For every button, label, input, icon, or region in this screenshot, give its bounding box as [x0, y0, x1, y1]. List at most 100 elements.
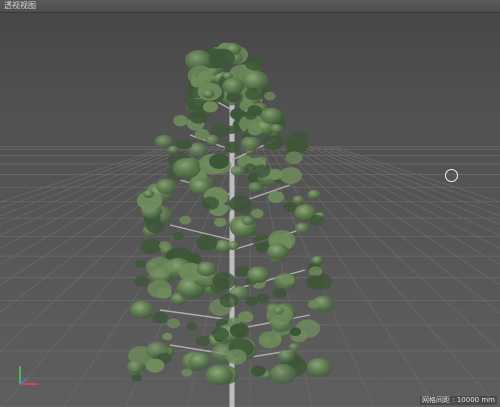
foliage-cluster: [240, 136, 261, 152]
foliage-cluster: [289, 327, 302, 337]
foliage-cluster: [307, 300, 320, 309]
foliage-cluster: [308, 266, 323, 277]
foliage-cluster: [186, 322, 198, 331]
foliage-cluster: [208, 48, 235, 69]
foliage-cluster: [248, 124, 262, 136]
foliage-cluster: [201, 196, 220, 210]
foliage-cluster: [260, 107, 283, 125]
foliage-cluster: [256, 156, 267, 165]
foliage-cluster: [152, 311, 168, 324]
foliage-cluster: [245, 296, 258, 306]
foliage-cluster: [283, 201, 297, 213]
foliage-cluster: [140, 238, 162, 255]
foliage-cluster: [258, 331, 282, 349]
foliage-cluster: [288, 342, 300, 352]
foliage-cluster: [134, 276, 149, 287]
foliage-cluster: [143, 190, 154, 198]
foliage-cluster: [173, 115, 189, 127]
grid-spacing-label: 网格间距 : 10000 mm: [420, 396, 497, 405]
foliage-cluster: [241, 216, 255, 226]
foliage-cluster: [145, 256, 174, 278]
foliage-cluster: [247, 105, 263, 116]
foliage-cluster: [270, 364, 297, 384]
foliage-cluster: [145, 358, 165, 373]
foliage-cluster: [147, 280, 172, 299]
foliage-cluster: [162, 332, 173, 341]
foliage-cluster: [273, 287, 288, 299]
foliage-cluster: [196, 234, 218, 251]
foliage-cluster: [203, 101, 218, 113]
foliage-cluster: [256, 243, 269, 253]
foliage-cluster: [309, 214, 325, 227]
foliage-cluster: [268, 191, 284, 203]
foliage-cluster: [244, 56, 264, 71]
foliage-cluster: [256, 293, 270, 304]
foliage-cluster: [238, 311, 254, 323]
foliage-cluster: [196, 261, 217, 277]
foliage-cluster: [212, 327, 229, 340]
foliage-cluster: [279, 167, 302, 184]
foliage-cluster: [241, 70, 269, 91]
foliage-cluster: [159, 241, 171, 250]
foliage-cluster: [202, 89, 215, 99]
3d-scene[interactable]: [0, 0, 500, 407]
foliage-cluster: [146, 219, 165, 234]
foliage-cluster: [295, 222, 310, 234]
foliage-cluster: [188, 352, 212, 370]
orbit-cursor-icon: [445, 169, 458, 182]
xyz-axis-gizmo-icon: [19, 366, 38, 385]
foliage-cluster: [214, 217, 227, 227]
foliage-cluster: [248, 181, 263, 193]
foliage-cluster: [311, 255, 324, 265]
foliage-cluster: [141, 202, 155, 213]
foliage-cluster: [270, 123, 283, 134]
foliage-cluster: [251, 365, 266, 377]
foliage-cluster: [126, 360, 145, 374]
foliage-cluster: [227, 241, 239, 250]
viewport-title[interactable]: 透视视图: [4, 0, 36, 12]
foliage-cluster: [189, 110, 208, 124]
foliage-cluster: [278, 349, 296, 363]
foliage-cluster: [307, 189, 321, 200]
foliage-cluster: [292, 195, 305, 205]
foliage-cluster: [219, 293, 239, 308]
foliage-cluster: [306, 358, 333, 378]
foliage-cluster: [194, 128, 210, 140]
foliage-cluster: [209, 153, 230, 169]
foliage-cluster: [264, 91, 276, 101]
foliage-cluster: [266, 243, 289, 260]
foliage-cluster: [181, 368, 193, 377]
foliage-cluster: [130, 300, 154, 319]
foliage-cluster: [244, 163, 256, 172]
foliage-cluster: [195, 335, 211, 347]
foliage-cluster: [245, 88, 262, 101]
foliage-cluster: [235, 265, 250, 277]
foliage-cluster: [226, 125, 238, 134]
foliage-cluster: [229, 323, 250, 338]
foliage-cluster: [273, 306, 285, 315]
foliage-cluster: [156, 178, 177, 194]
foliage-cluster: [250, 208, 264, 219]
foliage-cluster: [167, 145, 179, 154]
foliage-cluster: [285, 151, 303, 164]
foliage-cluster: [167, 318, 180, 329]
foliage-cluster: [210, 282, 225, 294]
foliage-cluster: [173, 231, 185, 240]
foliage-cluster: [229, 195, 252, 212]
foliage-cluster: [281, 274, 295, 285]
foliage-cluster: [222, 77, 245, 95]
foliage-cluster: [247, 266, 270, 284]
foliage-cluster: [187, 65, 214, 86]
foliage-cluster: [179, 139, 193, 149]
foliage-cluster: [230, 165, 246, 177]
foliage-cluster: [205, 365, 233, 386]
foliage-cluster: [305, 275, 325, 290]
foliage-cluster: [289, 131, 308, 145]
perspective-viewport[interactable]: 透视视图 网格间距 : 10000 mm: [0, 0, 500, 407]
foliage-cluster: [226, 349, 247, 365]
foliage-cluster: [172, 157, 201, 179]
foliage-cluster: [179, 215, 192, 225]
foliage-cluster: [135, 260, 146, 268]
viewport-title-bar: 透视视图: [0, 0, 500, 13]
foliage-cluster: [224, 141, 240, 153]
